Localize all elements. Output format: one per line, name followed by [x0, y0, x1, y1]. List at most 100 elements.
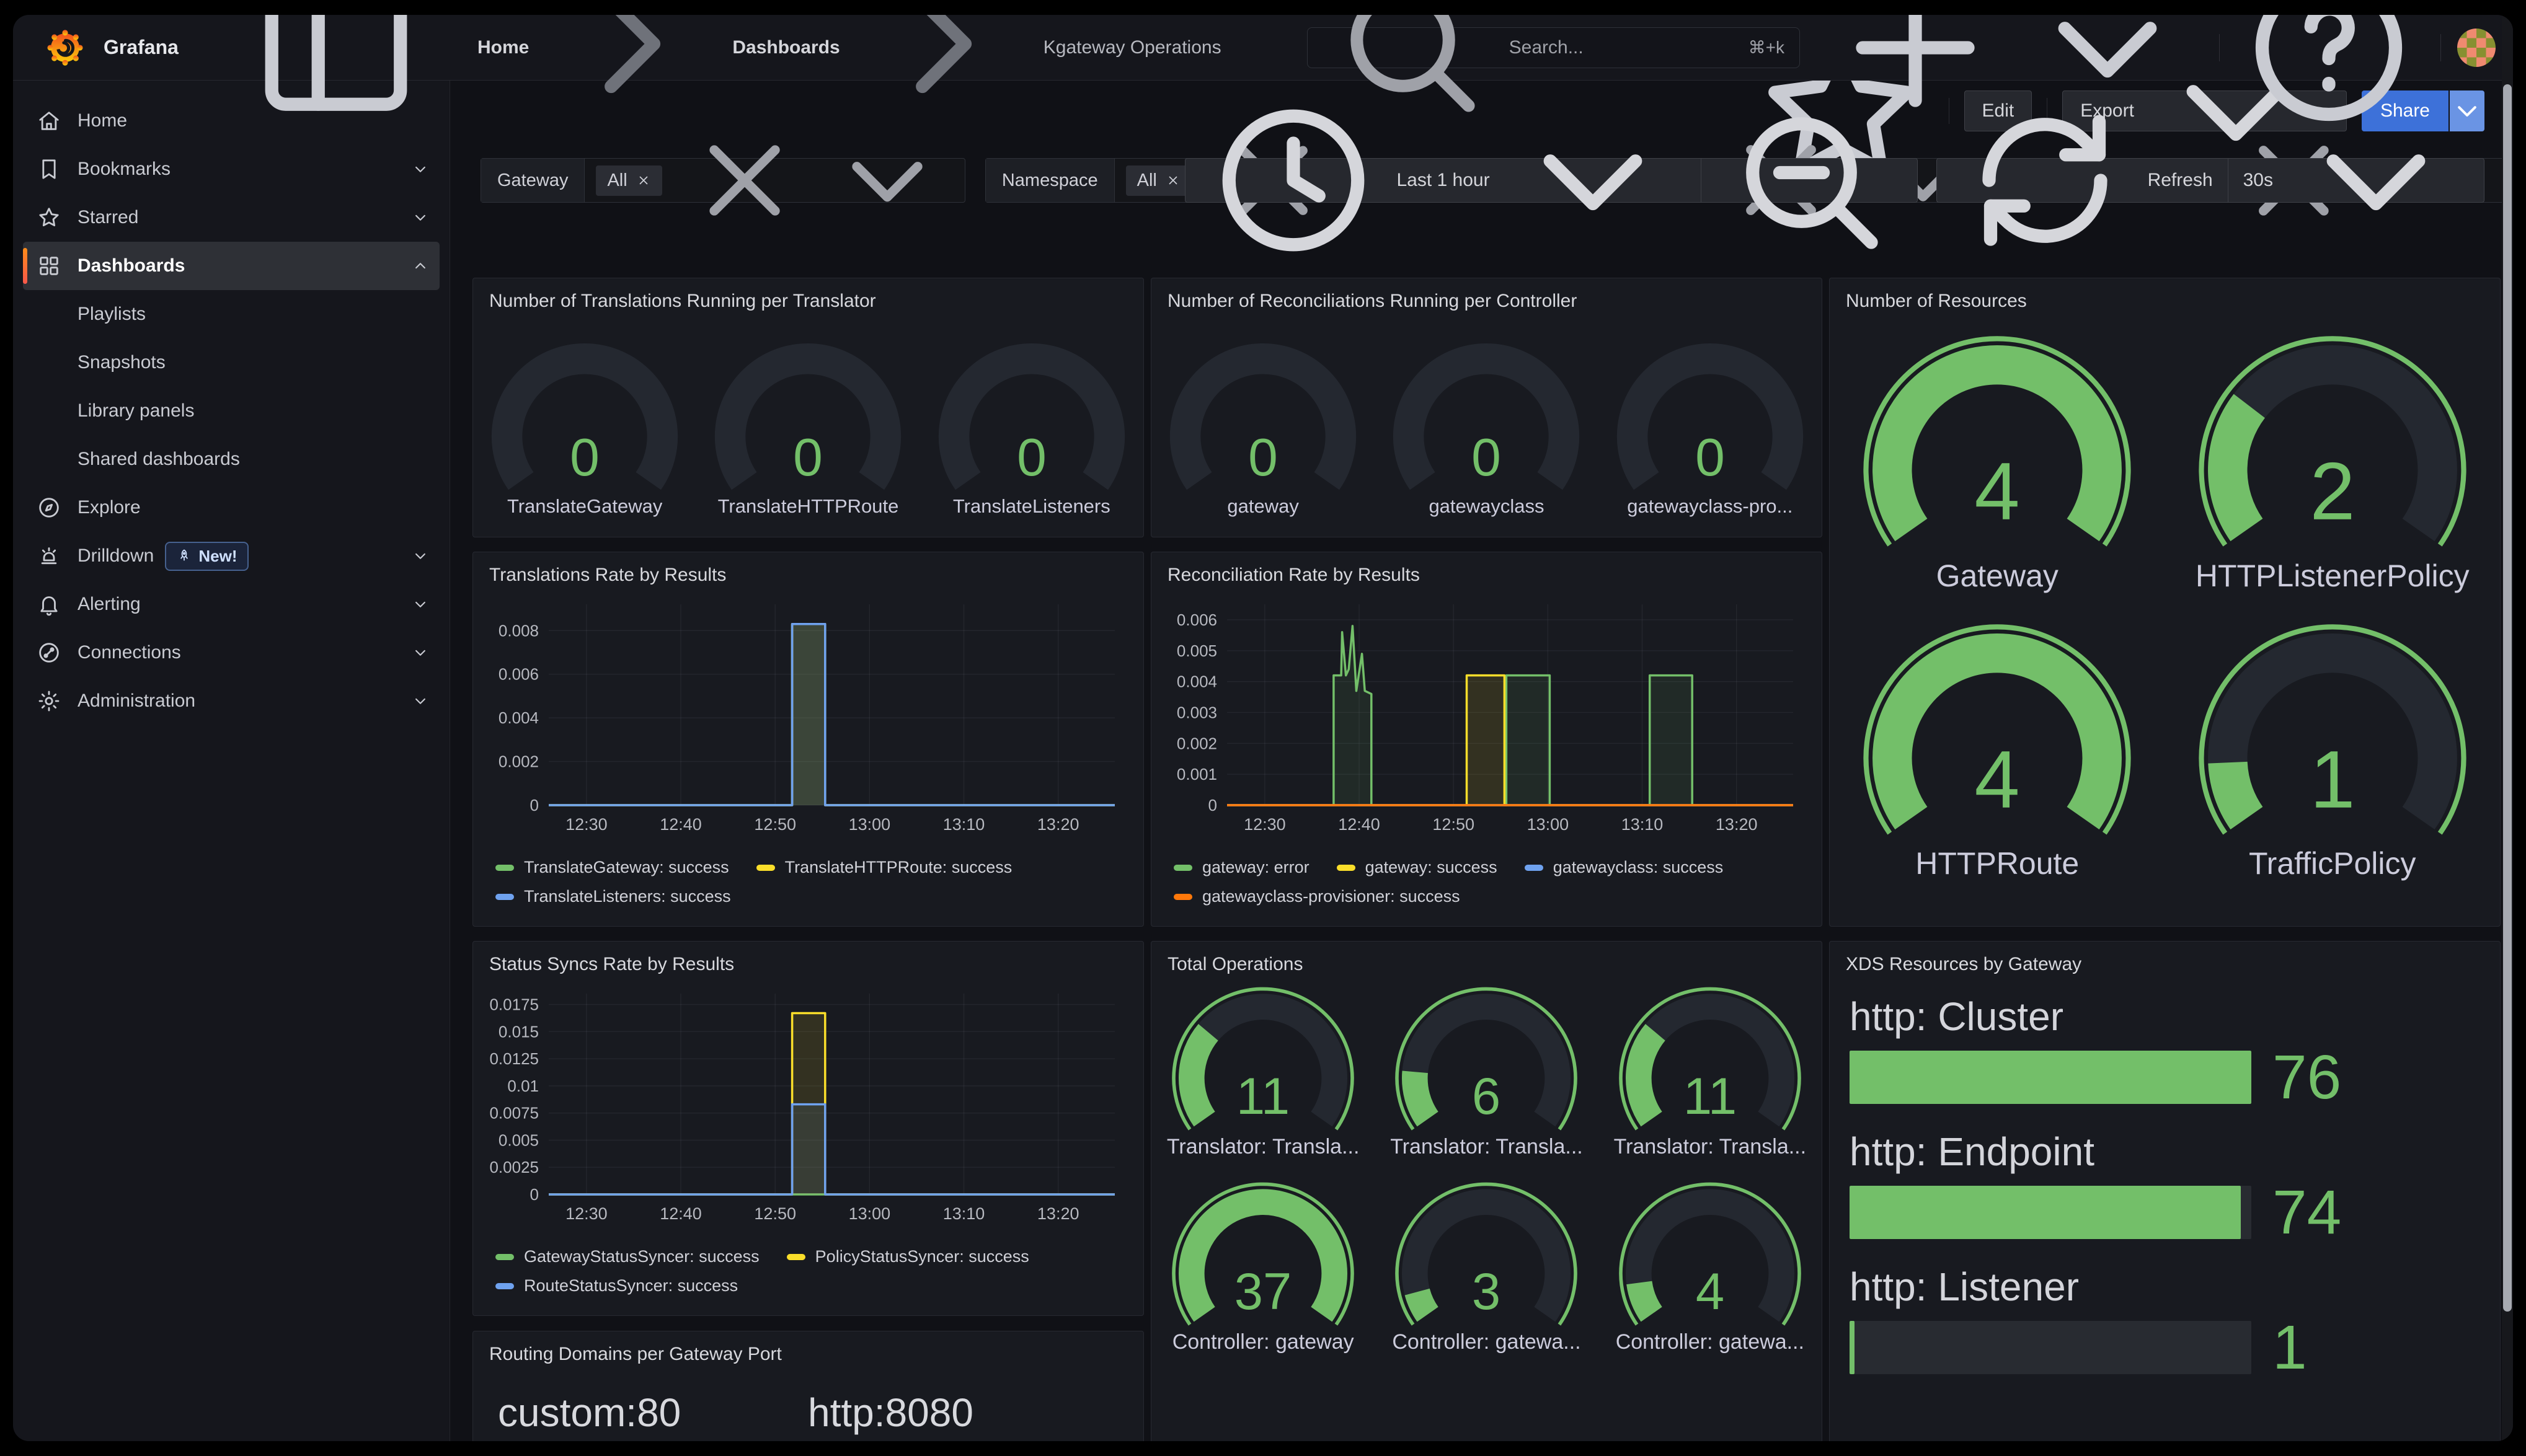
sidebar-item-label: Playlists — [78, 304, 430, 325]
sidebar-item-label: Alerting — [78, 594, 411, 615]
filter-value-chip[interactable]: All — [596, 165, 662, 196]
sidebar-item-label: Snapshots — [78, 352, 430, 373]
bar-track — [1850, 1321, 2251, 1374]
chevron-down-icon[interactable] — [2014, 15, 2200, 141]
legend-item[interactable]: gatewayclass-provisioner: success — [1174, 887, 1460, 906]
refresh-button[interactable]: Refresh — [1937, 159, 2228, 202]
svg-text:37: 37 — [1234, 1263, 1292, 1320]
panels-grid: Number of Translations Running per Trans… — [472, 278, 2513, 1441]
help-icon[interactable] — [2236, 15, 2422, 141]
sidebar-item-shared-dashboards[interactable]: Shared dashboards — [23, 435, 440, 483]
sidebar-toggle-icon[interactable] — [243, 15, 429, 141]
search-input[interactable] — [1509, 37, 1748, 58]
legend-item[interactable]: gateway: error — [1174, 858, 1310, 877]
breadcrumb-home[interactable]: Home — [477, 37, 529, 58]
svg-text:12:40: 12:40 — [660, 815, 702, 834]
gauge-arc: 2 — [2187, 333, 2478, 552]
sidebar-item-library-panels[interactable]: Library panels — [23, 387, 440, 435]
sidebar-item-drilldown[interactable]: DrilldownNew! — [23, 532, 440, 580]
gauge: 0TranslateGateway — [482, 340, 687, 518]
remove-value-icon[interactable] — [636, 173, 651, 188]
gauge-label: TrafficPolicy — [2249, 845, 2416, 881]
gauge: 1TrafficPolicy — [2187, 621, 2478, 882]
gauge-label: TranslateHTTPRoute — [718, 495, 899, 518]
new-button[interactable] — [1822, 15, 2200, 141]
panel-title[interactable]: Routing Domains per Gateway Port — [473, 1331, 1143, 1369]
grafana-logo — [45, 28, 85, 68]
sidebar-item-label: Administration — [78, 690, 411, 712]
panel-title[interactable]: Status Syncs Rate by Results — [473, 942, 1143, 979]
breadcrumb-dashboards[interactable]: Dashboards — [732, 37, 840, 58]
scrollbar-thumb[interactable] — [2503, 84, 2512, 1312]
legend-item[interactable]: RouteStatusSyncer: success — [495, 1276, 738, 1295]
time-series-chart[interactable]: 00.00250.0050.00750.010.01250.0150.01751… — [482, 985, 1123, 1233]
zoom-out-button[interactable] — [1701, 159, 1917, 202]
gauge: 0gatewayclass-pro... — [1608, 340, 1812, 518]
gauge-arc: 0 — [482, 340, 687, 494]
filter-value-chip[interactable]: All — [1126, 165, 1192, 196]
sidebar-item-explore[interactable]: Explore — [23, 483, 440, 532]
bar-gauge: 1 — [1850, 1321, 2481, 1374]
panel-number-of-resources: Number of Resources 4Gateway2HTTPListene… — [1829, 278, 2501, 927]
legend-item[interactable]: gateway: success — [1337, 858, 1497, 877]
svg-text:0.002: 0.002 — [499, 752, 539, 771]
search-box[interactable]: ⌘+k — [1307, 27, 1800, 68]
sidebar-item-alerting[interactable]: Alerting — [23, 580, 440, 629]
sidebar: HomeBookmarksStarredDashboardsPlaylistsS… — [13, 81, 450, 1441]
refresh-picker: Refresh 30s — [1936, 158, 2484, 203]
sidebar-item-connections[interactable]: Connections — [23, 629, 440, 677]
remove-value-icon[interactable] — [1166, 173, 1181, 188]
chevron-down-icon — [411, 160, 430, 179]
gauge-label: gateway — [1227, 495, 1298, 518]
panel-title[interactable]: Number of Translations Running per Trans… — [473, 278, 1143, 315]
panel-status-syncs-rate: Status Syncs Rate by Results 00.00250.00… — [472, 941, 1144, 1316]
sidebar-item-starred[interactable]: Starred — [23, 193, 440, 242]
plus-icon[interactable] — [1822, 15, 2008, 141]
panel-title[interactable]: Number of Reconciliations Running per Co… — [1151, 278, 1822, 315]
sidebar-item-bookmarks[interactable]: Bookmarks — [23, 145, 440, 193]
svg-text:12:30: 12:30 — [565, 1204, 608, 1223]
sidebar-item-label: Shared dashboards — [78, 449, 430, 470]
sidebar-item-dashboards[interactable]: Dashboards — [23, 242, 440, 290]
stat-value: http:8080 — [808, 1390, 1118, 1436]
gauge-label: gatewayclass — [1429, 495, 1544, 518]
svg-text:0.003: 0.003 — [1177, 703, 1217, 721]
sidebar-item-snapshots[interactable]: Snapshots — [23, 338, 440, 387]
breadcrumb: Home Dashboards Kgateway Operations — [477, 15, 1307, 141]
gauge: 37Controller: gateway — [1164, 1180, 1362, 1354]
home-icon — [37, 108, 61, 133]
legend-label: TranslateListeners: success — [524, 887, 731, 906]
legend-item[interactable]: TranslateListeners: success — [495, 887, 731, 906]
panel-title[interactable]: Total Operations — [1151, 942, 1822, 979]
gauge-arc: 11 — [1611, 985, 1809, 1134]
legend-item[interactable]: TranslateHTTPRoute: success — [756, 858, 1013, 877]
time-series-chart[interactable]: 00.0010.0020.0030.0040.0050.00612:3012:4… — [1160, 596, 1802, 844]
panel-title[interactable]: Translations Rate by Results — [473, 552, 1143, 589]
refresh-interval-button[interactable]: 30s — [2228, 159, 2484, 202]
time-range-button[interactable]: Last 1 hour — [1185, 159, 1700, 202]
divider — [2440, 34, 2441, 61]
legend-item[interactable]: TranslateGateway: success — [495, 858, 729, 877]
bar-fill — [1850, 1321, 1855, 1374]
time-series-chart[interactable]: 00.0020.0040.0060.00812:3012:4012:5013:0… — [482, 596, 1123, 844]
sidebar-item-label: Drilldown — [78, 545, 154, 567]
panel-title[interactable]: Reconciliation Rate by Results — [1151, 552, 1822, 589]
sidebar-item-playlists[interactable]: Playlists — [23, 290, 440, 338]
stat-value: custom:80 — [498, 1390, 808, 1436]
scrollbar[interactable] — [2502, 15, 2513, 1441]
svg-text:6: 6 — [1472, 1067, 1500, 1125]
avatar[interactable] — [2457, 29, 2496, 67]
svg-text:13:10: 13:10 — [943, 1204, 985, 1223]
gauge: 4Controller: gatewa... — [1611, 1180, 1809, 1354]
sidebar-item-administration[interactable]: Administration — [23, 677, 440, 725]
legend-item[interactable]: GatewayStatusSyncer: success — [495, 1247, 760, 1266]
panel-title[interactable]: XDS Resources by Gateway — [1830, 942, 2500, 979]
legend-item[interactable]: gatewayclass: success — [1525, 858, 1724, 877]
chart-legend: TranslateGateway: success TranslateHTTPRo… — [473, 847, 1143, 906]
sidebar-item-label: Explore — [78, 497, 430, 518]
svg-text:13:00: 13:00 — [1527, 815, 1569, 834]
panel-title[interactable]: Number of Resources — [1830, 278, 2500, 315]
panel-translations-rate: Translations Rate by Results 00.0020.004… — [472, 552, 1144, 927]
legend-item[interactable]: PolicyStatusSyncer: success — [787, 1247, 1029, 1266]
svg-text:12:50: 12:50 — [754, 815, 796, 834]
